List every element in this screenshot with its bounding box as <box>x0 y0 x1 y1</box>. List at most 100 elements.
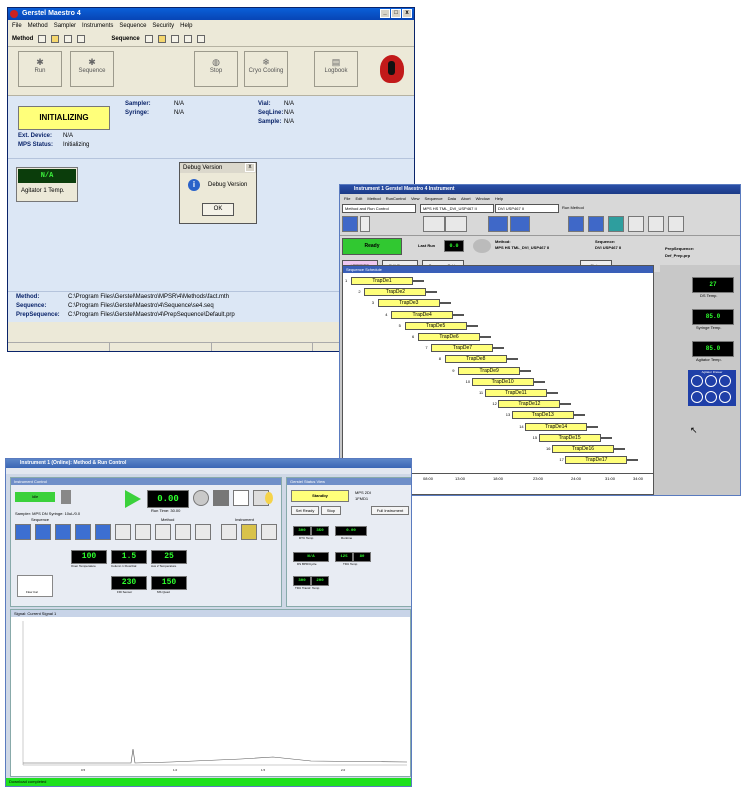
injector-icon[interactable] <box>668 216 684 232</box>
schedule-bar[interactable]: TrapDe13 <box>511 411 585 420</box>
menu-help[interactable]: Help <box>180 21 192 31</box>
method-icon-5[interactable] <box>195 524 211 540</box>
stop-button[interactable]: ◍ Stop <box>194 51 238 87</box>
instrument-icon[interactable] <box>261 524 277 540</box>
edit-method-icon[interactable] <box>77 35 86 43</box>
calculator-icon[interactable] <box>213 490 229 506</box>
injector-icon[interactable] <box>221 524 237 540</box>
w2-menu-data[interactable]: Data <box>448 195 456 202</box>
go-arrow-icon[interactable] <box>125 490 141 508</box>
seq-file-dropdown[interactable]: DVI USP467 II <box>495 204 559 213</box>
sampler-icon[interactable] <box>423 216 445 232</box>
minimize-button[interactable]: _ <box>380 9 390 18</box>
schedule-bar[interactable]: TrapDe1 <box>351 277 424 285</box>
save-method-icon[interactable] <box>64 35 73 43</box>
full-instrument-button[interactable]: Full Instrument <box>371 506 409 515</box>
schedule-bar[interactable]: TrapDe17 <box>565 456 639 465</box>
sequence-icon-4[interactable] <box>75 524 91 540</box>
schedule-bar[interactable]: TrapDe2 <box>364 288 438 297</box>
method-icon-2[interactable] <box>135 524 151 540</box>
w2-menu-sequence[interactable]: Sequence <box>425 195 443 202</box>
sequence-icon-5[interactable] <box>95 524 111 540</box>
w2-menu-runcontrol[interactable]: RunControl <box>386 195 406 202</box>
sequence-icon-1[interactable] <box>15 524 31 540</box>
menu-security[interactable]: Security <box>152 21 174 31</box>
open-sequence-icon[interactable] <box>157 35 166 43</box>
schedule-bar[interactable]: TrapDe10 <box>471 377 545 386</box>
column-icon[interactable] <box>488 216 508 232</box>
menu-file[interactable]: File <box>12 21 22 31</box>
maximize-button[interactable]: □ <box>391 9 401 18</box>
graph-icon[interactable] <box>588 216 604 232</box>
instrument-icon-1[interactable] <box>342 216 358 232</box>
w2-menu-method[interactable]: Method <box>367 195 380 202</box>
report-icon[interactable] <box>568 216 584 232</box>
agitator-label: Agitator 1 Temp. <box>21 188 65 194</box>
table-icon[interactable] <box>608 216 624 232</box>
method-icon-3[interactable] <box>155 524 171 540</box>
schedule-bar-tail <box>613 448 625 450</box>
schedule-bar[interactable]: TrapDe3 <box>377 299 451 308</box>
cryo-cooling-button[interactable]: ❄ Cryo Cooling <box>244 51 288 87</box>
stop-icon[interactable] <box>193 490 209 506</box>
schedule-bar[interactable]: TrapDe9 <box>458 366 532 375</box>
detector-icon[interactable] <box>510 216 530 232</box>
close-button[interactable]: x <box>402 9 412 18</box>
agitator-slot <box>705 391 717 403</box>
column-icon[interactable] <box>241 524 257 540</box>
method-icon-1[interactable] <box>115 524 131 540</box>
schedule-bar[interactable]: TrapDe12 <box>498 400 572 409</box>
schedule-bar[interactable]: TrapDe5 <box>404 321 478 330</box>
sequence-button[interactable]: ✱ Sequence <box>70 51 114 87</box>
w2-menu-edit[interactable]: Edit <box>355 195 362 202</box>
schedule-bar[interactable]: TrapDe11 <box>485 389 558 397</box>
run-method-label[interactable]: Run Method <box>562 204 584 211</box>
schedule-bar[interactable]: TrapDe7 <box>431 344 505 353</box>
report-icon[interactable] <box>233 490 249 506</box>
w2-menu-view[interactable]: View <box>411 195 420 202</box>
schedule-bar[interactable]: TrapDe16 <box>552 445 625 453</box>
ds-temp-value: 27 <box>692 277 734 293</box>
schedule-row: 16 TrapDe16 <box>343 445 653 455</box>
method-file-dropdown[interactable]: MPS HS TML_DVI_USP467 II <box>420 204 494 213</box>
w2-menu-window[interactable]: Window <box>476 195 490 202</box>
menu-sequence[interactable]: Sequence <box>119 21 146 31</box>
schedule-bar[interactable]: TrapDe14 <box>525 422 599 431</box>
sequence-icon-3[interactable] <box>55 524 71 540</box>
tools-icon[interactable] <box>648 216 664 232</box>
gs-stop-button[interactable]: Stop <box>321 506 341 515</box>
view-dropdown[interactable]: Method and Run Control <box>342 204 416 213</box>
schedule-row-number: 17 <box>559 457 564 463</box>
w2-menu-abort[interactable]: Abort <box>461 195 471 202</box>
app-icon <box>10 10 18 18</box>
set-ready-button[interactable]: Set Ready <box>291 506 319 515</box>
menu-method[interactable]: Method <box>28 21 48 31</box>
w2-menu-file[interactable]: File <box>344 195 350 202</box>
schedule-bar[interactable]: TrapDe15 <box>538 433 612 442</box>
menu-sampler[interactable]: Sampler <box>54 21 76 31</box>
dialog-ok-button[interactable]: OK <box>202 203 234 216</box>
schedule-bar[interactable]: TrapDe6 <box>418 333 491 341</box>
sequence-icon-2[interactable] <box>35 524 51 540</box>
menu-instruments[interactable]: Instruments <box>82 21 113 31</box>
schedule-bar[interactable]: TrapDe4 <box>391 310 465 319</box>
schedule-bar-tail <box>599 436 612 439</box>
print-sequence-icon[interactable] <box>196 35 205 43</box>
logbook-button[interactable]: ▤ Logbook <box>314 51 358 87</box>
schedule-bar[interactable]: TrapDe8 <box>444 355 518 364</box>
open-method-icon[interactable] <box>51 35 60 43</box>
run-button[interactable]: ✱ Run <box>18 51 62 87</box>
save-sequence-icon[interactable] <box>170 35 179 43</box>
vial-label: Vial: <box>258 101 271 107</box>
w2-menu-help[interactable]: Help <box>495 195 503 202</box>
instrument-icon-2[interactable] <box>360 216 370 232</box>
edit-sequence-icon[interactable] <box>183 35 192 43</box>
vial-icon[interactable] <box>445 216 467 232</box>
method-icon-4[interactable] <box>175 524 191 540</box>
window-title: Gerstel Maestro 4 <box>22 10 81 17</box>
new-sequence-icon[interactable] <box>144 35 153 43</box>
dialog-close-button[interactable]: x <box>245 163 255 172</box>
zoom-icon[interactable] <box>628 216 644 232</box>
syringe-temp-label: Syringe Temp. <box>696 325 722 330</box>
new-method-icon[interactable] <box>38 35 47 43</box>
